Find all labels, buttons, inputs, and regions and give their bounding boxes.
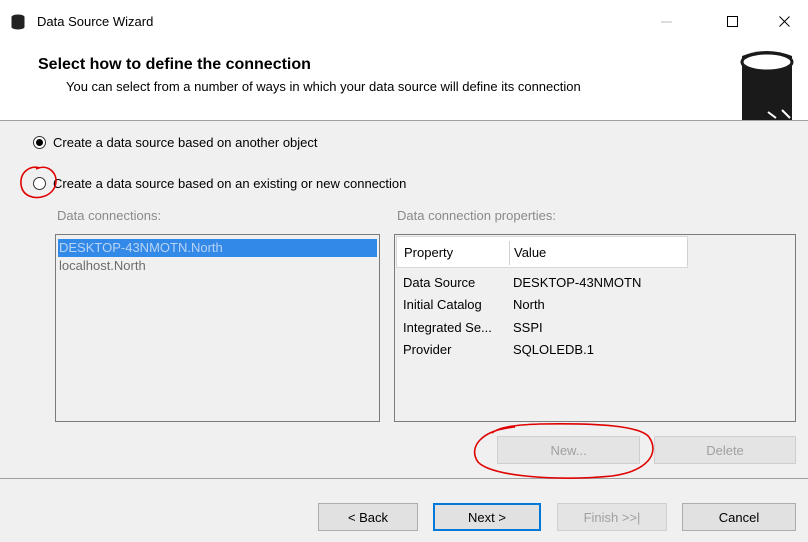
delete-connection-button[interactable]: Delete <box>654 436 796 464</box>
properties-header: Property Value <box>396 236 688 268</box>
radio-based-on-connection[interactable] <box>33 177 46 190</box>
wizard-header: Select how to define the connection You … <box>0 44 808 120</box>
back-button[interactable]: < Back <box>318 503 418 531</box>
radio-based-on-object[interactable] <box>33 136 46 149</box>
property-value: North <box>513 297 545 312</box>
data-connections-label: Data connections: <box>57 208 162 223</box>
data-connections-list[interactable]: DESKTOP-43NMOTN.North localhost.North <box>55 234 380 422</box>
option-label: Create a data source based on another ob… <box>53 135 318 150</box>
window-title: Data Source Wizard <box>37 14 154 29</box>
list-item[interactable]: DESKTOP-43NMOTN.North <box>58 239 377 257</box>
minimize-button[interactable] <box>644 0 690 44</box>
new-connection-button[interactable]: New... <box>497 436 640 464</box>
finish-button[interactable]: Finish >>| <box>557 503 667 531</box>
connection-properties-grid: Property Value Data Source DESKTOP-43NMO… <box>394 234 796 422</box>
maximize-icon <box>727 16 738 27</box>
option-based-on-connection[interactable]: Create a data source based on an existin… <box>33 176 406 191</box>
footer-divider <box>0 478 808 479</box>
property-name: Initial Catalog <box>403 297 482 312</box>
next-button[interactable]: Next > <box>433 503 541 531</box>
property-name: Data Source <box>403 275 476 290</box>
close-icon <box>779 16 790 27</box>
database-icon <box>11 14 25 30</box>
maximize-button[interactable] <box>710 0 756 44</box>
column-header-property: Property <box>404 245 454 260</box>
database-icon <box>740 51 794 120</box>
property-value: SQLOLEDB.1 <box>513 342 594 357</box>
property-name: Provider <box>403 342 452 357</box>
close-button[interactable] <box>762 0 808 44</box>
minimize-icon <box>661 21 672 23</box>
option-label: Create a data source based on an existin… <box>53 176 407 191</box>
data-connection-properties-label: Data connection properties: <box>397 208 556 223</box>
property-value: DESKTOP-43NMOTN <box>513 275 642 290</box>
option-based-on-object[interactable]: Create a data source based on another ob… <box>33 135 318 150</box>
property-value: SSPI <box>513 320 543 335</box>
page-title: Select how to define the connection <box>38 56 311 73</box>
column-divider <box>687 241 688 265</box>
page-subtitle: You can select from a number of ways in … <box>66 79 581 94</box>
cancel-button[interactable]: Cancel <box>682 503 796 531</box>
column-divider <box>509 241 510 265</box>
list-item[interactable]: localhost.North <box>56 257 379 275</box>
title-bar: Data Source Wizard <box>0 0 808 44</box>
property-name: Integrated Se... <box>403 320 492 335</box>
column-header-value: Value <box>514 245 547 260</box>
header-divider <box>0 120 808 121</box>
